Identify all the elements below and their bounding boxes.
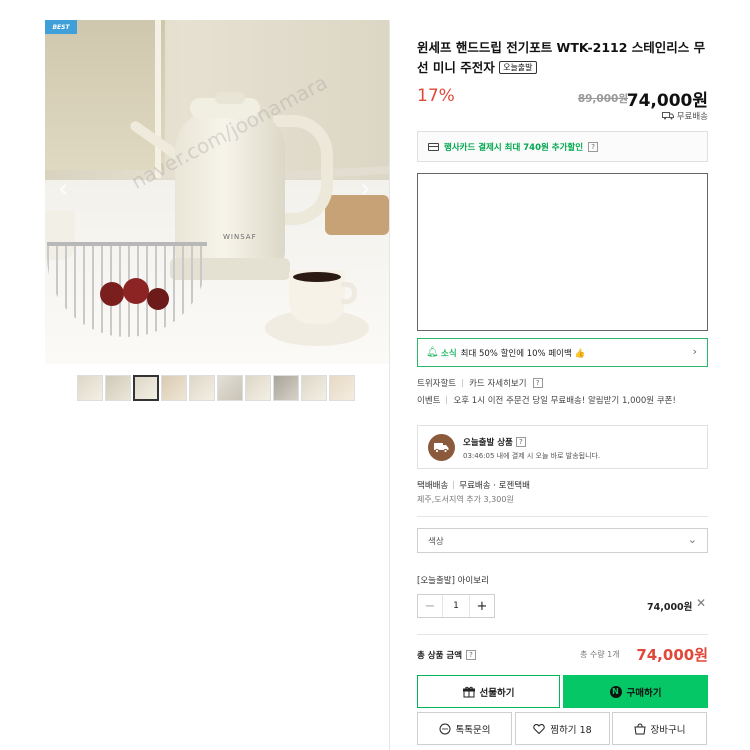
help-icon[interactable]: ? (515, 437, 526, 447)
thumbnail[interactable] (329, 375, 355, 401)
today-ship-desc: 03:46:05 내에 결제 시 오늘 바로 발송됩니다. (463, 452, 601, 460)
thumbnail[interactable] (217, 375, 243, 401)
total-label-text: 총 상품 금액 (417, 651, 463, 661)
total-price: 74,000원 (636, 646, 708, 664)
promo-banner-area (417, 173, 708, 331)
original-price: 89,000원 (577, 93, 628, 105)
thumbnail[interactable] (161, 375, 187, 401)
color-select[interactable]: 색상 ⌄ (417, 528, 708, 553)
kettle-photo: WINSAF (45, 20, 389, 364)
naver-pay-icon: N (609, 685, 622, 698)
card-detail-link[interactable]: 카드 자세히보기 (469, 377, 526, 389)
wishlist-button[interactable]: 찜하기 18 (515, 712, 610, 745)
selected-option-name: [오늘출발] 아이보리 (417, 576, 489, 586)
section-divider (417, 634, 708, 635)
help-icon[interactable]: ? (588, 141, 599, 152)
help-icon[interactable]: ? (532, 378, 543, 388)
gift-button-label: 선물하기 (479, 687, 515, 699)
today-ship-title-text: 오늘출발 상품 (463, 438, 513, 448)
thumbnail[interactable] (273, 375, 299, 401)
thumbnail-strip (77, 375, 355, 401)
product-main-image[interactable]: WINSAF (45, 20, 389, 364)
gift-button[interactable]: 선물하기 (417, 675, 560, 708)
color-select-placeholder: 색상 (428, 536, 444, 547)
notice-text: 최대 50% 할인에 10% 페이백 👍 (460, 348, 586, 359)
product-title: 윈세프 핸드드립 전기포트 WTK-2112 스테인리스 무선 미니 주전자 오… (417, 38, 708, 78)
delivery-detail: 무료배송 · 로젠택배 (459, 481, 530, 491)
total-count: 총 수량 1개 (580, 650, 620, 659)
panel-divider (389, 20, 390, 750)
thumbnail[interactable] (77, 375, 103, 401)
store-notice-banner[interactable]: 🔔︎ 소식 최대 50% 할인에 10% 페이백 👍 › (417, 338, 708, 367)
event-label: 이벤트 (417, 396, 441, 406)
notice-tag: 소식 (441, 348, 457, 359)
chevron-right-icon: › (692, 345, 697, 358)
delivery-row: 택배배송 무료배송 · 로젠택배 (417, 479, 530, 491)
today-ship-title: 오늘출발 상품 ? (463, 436, 526, 448)
option-line-price: 74,000원 (647, 602, 693, 613)
cart-button[interactable]: 장바구니 (612, 712, 707, 745)
price-row: 17% 89,000원 74,000원 (417, 86, 708, 111)
discount-rate: 17% (417, 86, 455, 106)
delivery-truck-icon (428, 434, 455, 461)
section-divider (417, 516, 708, 517)
divider (453, 481, 455, 489)
close-icon[interactable]: ✕ (696, 596, 706, 610)
thumbnail-active[interactable] (133, 375, 159, 401)
event-row: 이벤트 오후 1시 이전 주문건 당일 무료배송! 알림받기 1,000원 쿠폰… (417, 394, 676, 406)
sale-price: 74,000원 (626, 91, 708, 111)
thumbnail[interactable] (301, 375, 327, 401)
increase-button[interactable]: + (470, 595, 494, 617)
product-info: 윈세프 핸드드립 전기포트 WTK-2112 스테인리스 무선 미니 주전자 오… (417, 38, 708, 78)
shipping-label: 무료배송 (676, 112, 708, 122)
card-promo-box[interactable]: 행사카드 결제시 최대 740원 추가할인 ? (417, 131, 708, 162)
cart-icon (633, 723, 646, 734)
today-ship-box: 오늘출발 상품 ? 03:46:05 내에 결제 시 오늘 바로 발송됩니다. (417, 425, 708, 469)
best-badge: BEST (45, 20, 77, 34)
decrease-button[interactable]: − (418, 595, 442, 617)
event-text: 오후 1시 이전 주문건 당일 무료배송! 알림받기 1,000원 쿠폰! (453, 396, 676, 406)
truck-icon (661, 112, 674, 120)
links-row: 트위자할트 카드 자세히보기 ? (417, 377, 543, 389)
thumbnail[interactable] (105, 375, 131, 401)
talk-inquiry-button[interactable]: 톡톡문의 (417, 712, 512, 745)
next-image-arrow-icon[interactable]: › (360, 176, 370, 202)
card-promo-text: 행사카드 결제시 최대 740원 추가할인 (444, 142, 584, 153)
quantity-value[interactable]: 1 (442, 595, 470, 617)
today-ship-badge: 오늘출발 (499, 61, 537, 74)
bell-icon: 🔔︎ (426, 347, 439, 358)
delivery-extra: 제주,도서지역 추가 3,300원 (417, 495, 514, 504)
total-label: 총 상품 금액 ? (417, 649, 477, 661)
talk-button-label: 톡톡문의 (455, 724, 491, 736)
heart-icon (533, 723, 546, 734)
talk-icon (439, 723, 451, 734)
cart-button-label: 장바구니 (650, 724, 686, 736)
link-a[interactable]: 트위자할트 (417, 377, 456, 389)
shipping-info: 무료배송 (661, 110, 708, 122)
thumbnail[interactable] (245, 375, 271, 401)
quantity-stepper: − 1 + (417, 594, 495, 618)
product-title-text: 윈세프 핸드드립 전기포트 WTK-2112 스테인리스 무선 미니 주전자 (417, 40, 706, 75)
gift-icon (462, 686, 475, 697)
buy-button[interactable]: N 구매하기 (563, 675, 708, 708)
delivery-type: 택배배송 (417, 481, 449, 491)
divider (462, 379, 464, 387)
prev-image-arrow-icon[interactable]: ‹ (58, 176, 68, 202)
thumbnail[interactable] (189, 375, 215, 401)
kettle-brand-logo: WINSAF (223, 233, 257, 241)
card-icon (428, 142, 439, 151)
divider (446, 396, 448, 404)
wishlist-button-label: 찜하기 18 (550, 724, 592, 736)
chevron-down-icon: ⌄ (687, 533, 697, 546)
buy-button-label: 구매하기 (626, 687, 662, 699)
help-icon[interactable]: ? (466, 650, 477, 660)
